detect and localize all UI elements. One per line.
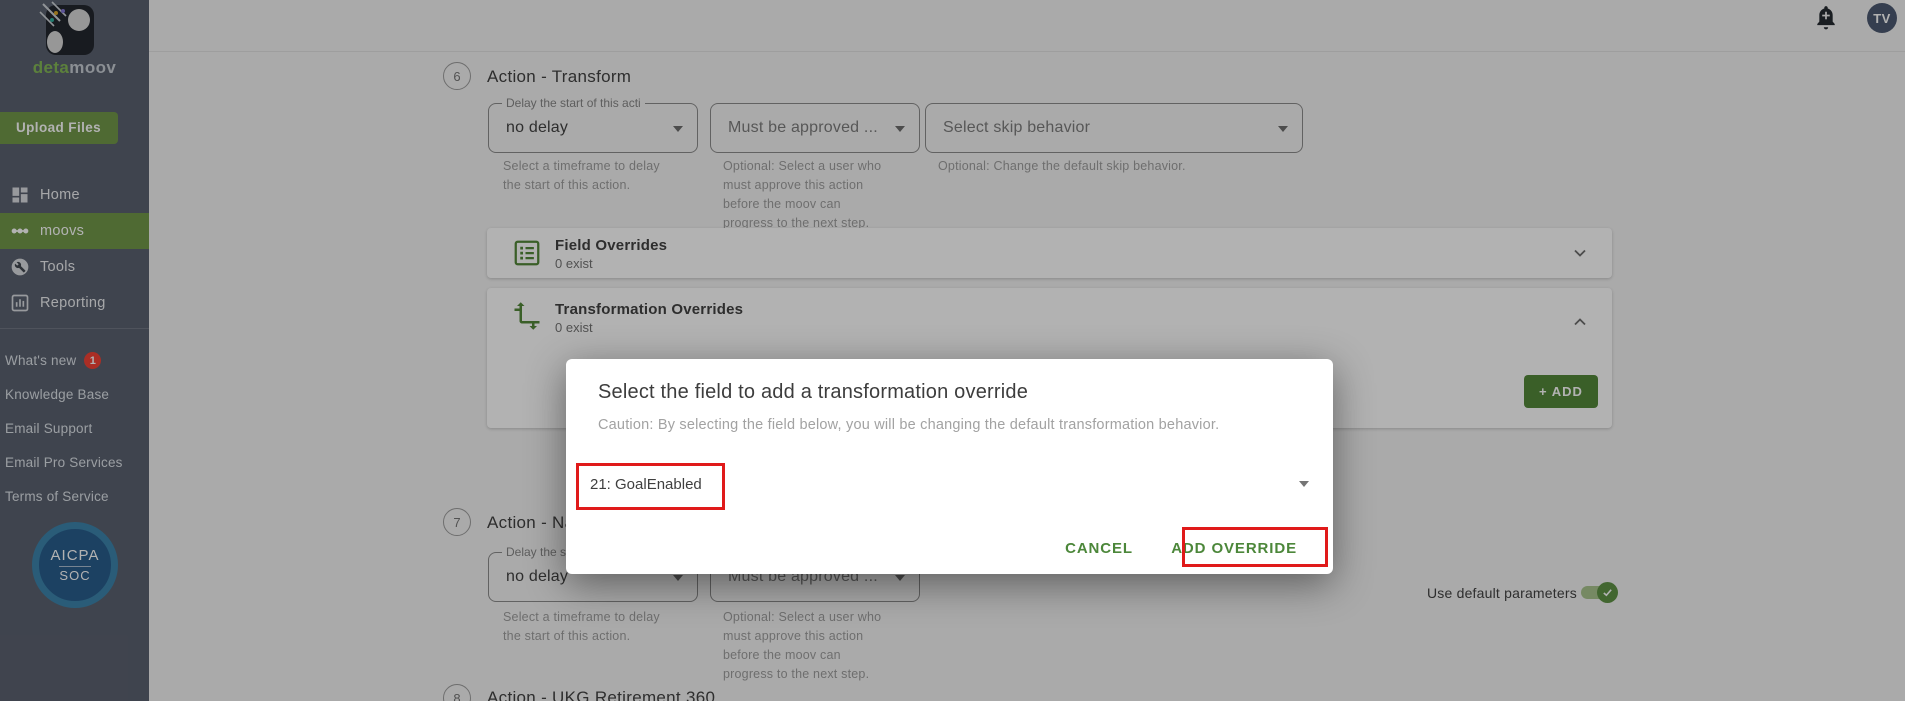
dropdown-arrow-icon [1299,481,1309,487]
app-window: TV 6 Action - Transform Delay the start … [0,0,1905,701]
dialog-caution-text: Caution: By selecting the field below, y… [598,417,1220,433]
modal-backdrop[interactable] [0,0,1905,701]
add-transformation-override-dialog: Select the field to add a transformation… [566,359,1333,574]
add-override-button[interactable]: ADD OVERRIDE [1171,540,1297,557]
field-select-value: 21: GoalEnabled [590,476,702,493]
cancel-button[interactable]: CANCEL [1065,540,1133,557]
dialog-title: Select the field to add a transformation… [598,381,1029,403]
field-select[interactable]: 21: GoalEnabled [566,463,1333,510]
